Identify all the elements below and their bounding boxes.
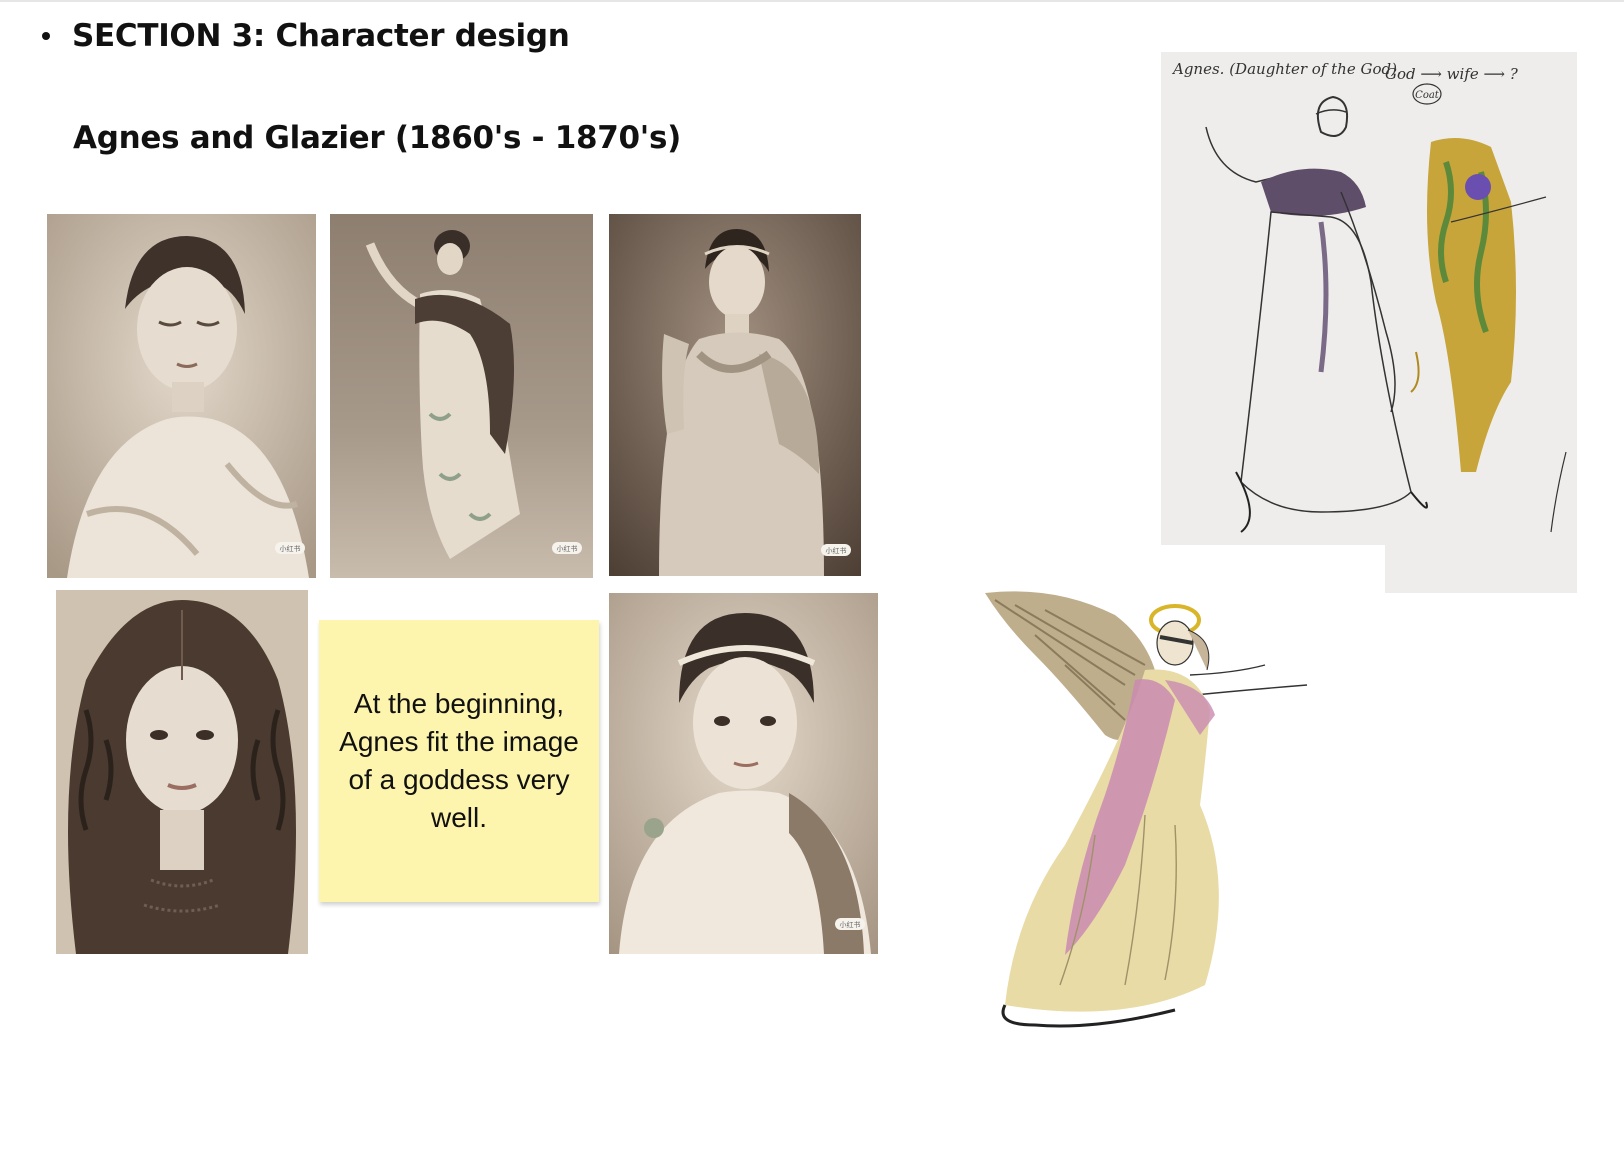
svg-text:小红书: 小红书 xyxy=(840,920,861,929)
svg-text:小红书: 小红书 xyxy=(280,544,301,553)
section-heading-row: SECTION 3: Character design xyxy=(42,18,570,54)
photo-headband-closeup[interactable]: 小红书 xyxy=(609,593,878,954)
photo-full-length-gown[interactable]: 小红书 xyxy=(330,214,593,578)
svg-text:Coat: Coat xyxy=(1415,90,1440,101)
angel-illustration[interactable] xyxy=(975,585,1340,1050)
bullet-icon xyxy=(42,32,50,40)
costume-sketch-agnes[interactable]: Agnes. (Daughter of the God). God ⟶ wife… xyxy=(1161,52,1577,593)
top-divider xyxy=(0,0,1624,2)
subheading: Agnes and Glazier (1860's - 1870's) xyxy=(73,120,681,156)
photo-long-wavy-hair[interactable] xyxy=(56,590,308,954)
photo-headband-draped-dress[interactable]: 小红书 xyxy=(609,214,861,576)
svg-text:God ⟶ wife ⟶ ?: God ⟶ wife ⟶ ? xyxy=(1385,65,1519,83)
sticky-note-text: At the beginning, Agnes fit the image of… xyxy=(339,688,579,833)
svg-text:Agnes. (Daughter of the God).: Agnes. (Daughter of the God). xyxy=(1171,60,1402,78)
svg-text:小红书: 小红书 xyxy=(826,546,847,555)
sticky-note[interactable]: At the beginning, Agnes fit the image of… xyxy=(319,620,599,902)
svg-text:小红书: 小红书 xyxy=(557,544,578,553)
section-heading: SECTION 3: Character design xyxy=(72,18,570,54)
photo-portrait-looking-down[interactable]: 小红书 xyxy=(47,214,316,578)
